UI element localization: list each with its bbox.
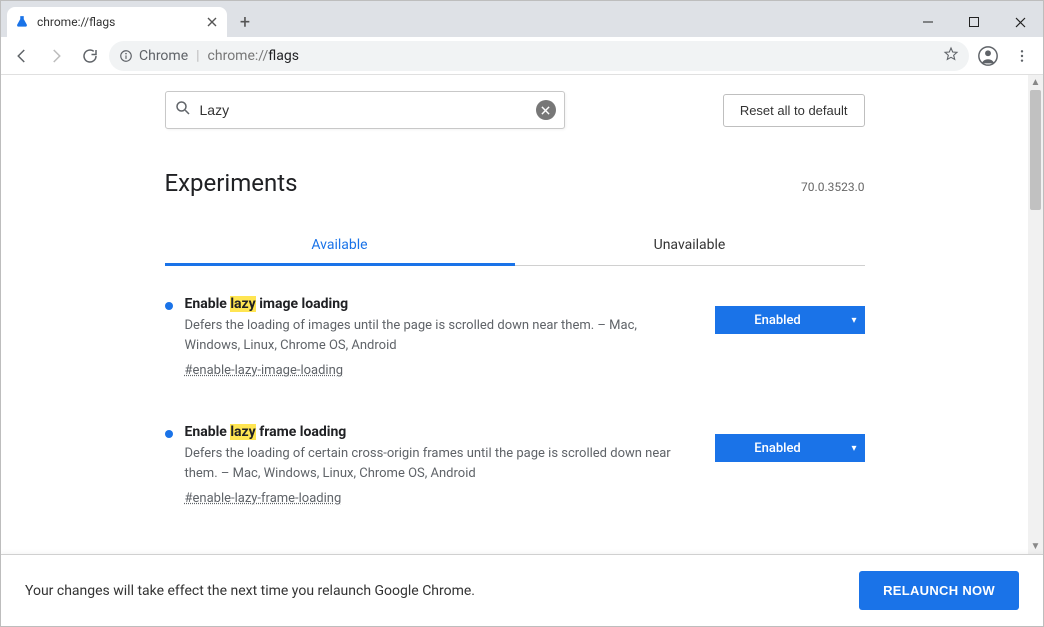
site-info-icon[interactable]: Chrome xyxy=(119,48,188,64)
flag-description: Defers the loading of certain cross-orig… xyxy=(185,444,695,483)
tab-unavailable[interactable]: Unavailable xyxy=(515,225,865,265)
window-controls xyxy=(905,7,1043,37)
modified-dot-icon xyxy=(165,430,173,438)
flags-search-box[interactable] xyxy=(165,91,565,129)
scroll-up-icon[interactable]: ▲ xyxy=(1028,75,1043,90)
flag-title: Enable lazy frame loading xyxy=(185,424,695,440)
back-button[interactable] xyxy=(7,41,37,71)
scrollbar-thumb[interactable] xyxy=(1030,90,1041,210)
flag-description: Defers the loading of images until the p… xyxy=(185,316,695,355)
page-viewport: Reset all to default Experiments 70.0.35… xyxy=(1,75,1043,626)
search-icon xyxy=(174,99,192,121)
kebab-menu-icon[interactable] xyxy=(1007,41,1037,71)
clear-search-icon[interactable] xyxy=(536,100,556,120)
flag-state-select[interactable]: Enabled xyxy=(715,434,865,462)
flag-row: Enable lazy image loading Defers the loa… xyxy=(165,266,865,394)
browser-tab[interactable]: chrome://flags xyxy=(7,7,227,37)
flask-icon xyxy=(15,15,29,29)
tabs: Available Unavailable xyxy=(165,225,865,266)
flag-state-select[interactable]: Enabled xyxy=(715,306,865,334)
reload-button[interactable] xyxy=(75,41,105,71)
omnibox-label: Chrome xyxy=(139,48,188,64)
tab-title: chrome://flags xyxy=(37,15,197,29)
reset-all-button[interactable]: Reset all to default xyxy=(723,94,865,127)
flag-hash-link[interactable]: #enable-lazy-image-loading xyxy=(185,363,344,378)
modified-dot-icon xyxy=(165,302,173,310)
search-input[interactable] xyxy=(200,102,528,118)
close-tab-icon[interactable] xyxy=(205,15,219,29)
maximize-button[interactable] xyxy=(951,7,997,37)
version-label: 70.0.3523.0 xyxy=(801,180,864,194)
close-window-button[interactable] xyxy=(997,7,1043,37)
relaunch-now-button[interactable]: RELAUNCH NOW xyxy=(859,571,1019,610)
flag-title: Enable lazy image loading xyxy=(185,296,695,312)
bookmark-star-icon[interactable] xyxy=(943,46,959,66)
window-titlebar: chrome://flags + xyxy=(1,1,1043,37)
minimize-button[interactable] xyxy=(905,7,951,37)
tab-available[interactable]: Available xyxy=(165,225,515,265)
relaunch-bar: Your changes will take effect the next t… xyxy=(1,554,1043,626)
flag-row: Enable lazy frame loading Defers the loa… xyxy=(165,394,865,522)
omnibox-url: chrome://flags xyxy=(208,48,299,64)
forward-button[interactable] xyxy=(41,41,71,71)
flag-hash-link[interactable]: #enable-lazy-frame-loading xyxy=(185,491,342,506)
address-bar[interactable]: Chrome | chrome://flags xyxy=(109,41,969,71)
profile-avatar-icon[interactable] xyxy=(973,41,1003,71)
browser-toolbar: Chrome | chrome://flags xyxy=(1,37,1043,75)
vertical-scrollbar[interactable]: ▲ ▼ xyxy=(1028,75,1043,554)
relaunch-message: Your changes will take effect the next t… xyxy=(25,583,475,599)
new-tab-button[interactable]: + xyxy=(231,8,259,36)
scroll-down-icon[interactable]: ▼ xyxy=(1028,539,1043,554)
page-title: Experiments xyxy=(165,169,298,197)
